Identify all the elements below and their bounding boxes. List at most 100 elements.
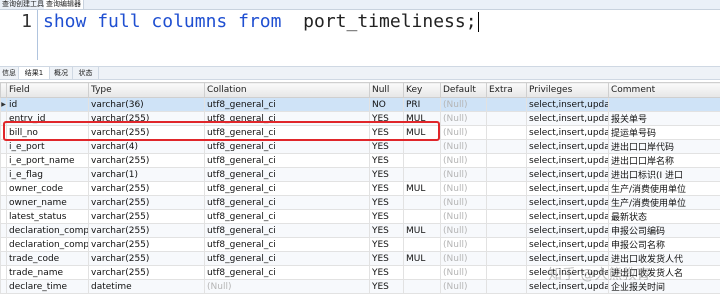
cell-type[interactable]: varchar(255)	[88, 195, 205, 210]
cell-key[interactable]	[403, 167, 441, 182]
cell-field[interactable]: i_e_flag	[6, 167, 89, 182]
tab-query-editor[interactable]: 查询编辑器	[44, 0, 84, 9]
cell-collation[interactable]: utf8_general_ci	[204, 139, 370, 154]
cell-key[interactable]: MUL	[403, 125, 441, 140]
cell-null[interactable]: YES	[369, 111, 404, 126]
cell-default[interactable]: (Null)	[440, 237, 487, 252]
cell-type[interactable]: varchar(255)	[88, 111, 205, 126]
cell-default[interactable]: (Null)	[440, 265, 487, 280]
table-row[interactable]: declaration_compa varchar(255) utf8_genera…	[0, 237, 720, 252]
cell-privileges[interactable]: select,insert,update	[526, 153, 609, 168]
cell-comment[interactable]: 进出口口岸名称	[608, 153, 720, 168]
cell-null[interactable]: YES	[369, 251, 404, 266]
cell-null[interactable]: YES	[369, 279, 404, 294]
cell-collation[interactable]: (Null)	[204, 279, 370, 294]
cell-comment[interactable]	[608, 97, 720, 112]
cell-extra[interactable]	[486, 153, 527, 168]
tab-query-builder[interactable]: 查询创建工具	[0, 0, 46, 9]
cell-null[interactable]: YES	[369, 125, 404, 140]
cell-extra[interactable]	[486, 265, 527, 280]
cell-type[interactable]: varchar(255)	[88, 181, 205, 196]
cell-default[interactable]: (Null)	[440, 279, 487, 294]
cell-type[interactable]: varchar(255)	[88, 265, 205, 280]
cell-privileges[interactable]: select,insert,update	[526, 181, 609, 196]
cell-default[interactable]: (Null)	[440, 251, 487, 266]
header-key[interactable]: Key	[403, 82, 441, 98]
cell-type[interactable]: varchar(255)	[88, 237, 205, 252]
cell-privileges[interactable]: select,insert,update	[526, 223, 609, 238]
cell-field[interactable]: i_e_port	[6, 139, 89, 154]
cell-key[interactable]: MUL	[403, 181, 441, 196]
tab-status[interactable]: 状态	[73, 67, 99, 79]
cell-privileges[interactable]: select,insert,update	[526, 111, 609, 126]
cell-default[interactable]: (Null)	[440, 139, 487, 154]
cell-privileges[interactable]: select,insert,update	[526, 237, 609, 252]
cell-extra[interactable]	[486, 97, 527, 112]
cell-comment[interactable]: 最新状态	[608, 209, 720, 224]
cell-type[interactable]: varchar(255)	[88, 223, 205, 238]
cell-key[interactable]: MUL	[403, 111, 441, 126]
cell-extra[interactable]	[486, 139, 527, 154]
cell-extra[interactable]	[486, 279, 527, 294]
cell-extra[interactable]	[486, 111, 527, 126]
cell-type[interactable]: varchar(36)	[88, 97, 205, 112]
cell-null[interactable]: YES	[369, 167, 404, 182]
cell-extra[interactable]	[486, 251, 527, 266]
cell-default[interactable]: (Null)	[440, 111, 487, 126]
cell-key[interactable]	[403, 265, 441, 280]
cell-type[interactable]: varchar(255)	[88, 209, 205, 224]
cell-extra[interactable]	[486, 237, 527, 252]
cell-key[interactable]: MUL	[403, 223, 441, 238]
table-row[interactable]: owner_code varchar(255) utf8_general_ci YES…	[0, 181, 720, 196]
cell-default[interactable]: (Null)	[440, 209, 487, 224]
cell-comment[interactable]: 生产/消费使用单位	[608, 195, 720, 210]
cell-comment[interactable]: 申报公司名称	[608, 237, 720, 252]
cell-privileges[interactable]: select,insert,update	[526, 97, 609, 112]
cell-extra[interactable]	[486, 125, 527, 140]
table-row[interactable]: latest_status varchar(255) utf8_general_ci…	[0, 209, 720, 224]
cell-null[interactable]: YES	[369, 139, 404, 154]
cell-field[interactable]: bill_no	[6, 125, 89, 140]
cell-key[interactable]	[403, 279, 441, 294]
cell-default[interactable]: (Null)	[440, 167, 487, 182]
header-collation[interactable]: Collation	[204, 82, 370, 98]
cell-field[interactable]: id	[6, 97, 89, 112]
cell-collation[interactable]: utf8_general_ci	[204, 251, 370, 266]
cell-comment[interactable]: 进出口标识(I 进口	[608, 167, 720, 182]
cell-default[interactable]: (Null)	[440, 125, 487, 140]
cell-type[interactable]: varchar(255)	[88, 125, 205, 140]
cell-type[interactable]: datetime	[88, 279, 205, 294]
cell-field[interactable]: owner_name	[6, 195, 89, 210]
table-row[interactable]: entry_id varchar(255) utf8_general_ci YES MU…	[0, 111, 720, 126]
cell-field[interactable]: declaration_compa	[6, 223, 89, 238]
cell-null[interactable]: YES	[369, 237, 404, 252]
cell-collation[interactable]: utf8_general_ci	[204, 223, 370, 238]
cell-collation[interactable]: utf8_general_ci	[204, 111, 370, 126]
cell-key[interactable]	[403, 237, 441, 252]
sql-text[interactable]: show full columns from port_timeliness;	[43, 10, 479, 34]
cell-key[interactable]	[403, 139, 441, 154]
cell-key[interactable]: MUL	[403, 251, 441, 266]
cell-comment[interactable]: 生产/消费使用单位	[608, 181, 720, 196]
header-type[interactable]: Type	[88, 82, 205, 98]
sql-editor[interactable]: 1 show full columns from port_timeliness…	[0, 10, 720, 60]
cell-collation[interactable]: utf8_general_ci	[204, 125, 370, 140]
table-row[interactable]: owner_name varchar(255) utf8_general_ci YES…	[0, 195, 720, 210]
cell-field[interactable]: owner_code	[6, 181, 89, 196]
cell-collation[interactable]: utf8_general_ci	[204, 97, 370, 112]
header-default[interactable]: Default	[440, 82, 487, 98]
cell-extra[interactable]	[486, 167, 527, 182]
table-row[interactable]: i_e_flag varchar(1) utf8_general_ci YES (Nul…	[0, 167, 720, 182]
cell-key[interactable]: PRI	[403, 97, 441, 112]
cell-default[interactable]: (Null)	[440, 195, 487, 210]
cell-extra[interactable]	[486, 195, 527, 210]
table-row[interactable]: i_e_port_name varchar(255) utf8_general_ci…	[0, 153, 720, 168]
cell-null[interactable]: YES	[369, 181, 404, 196]
cell-field[interactable]: i_e_port_name	[6, 153, 89, 168]
cell-field[interactable]: declare_time	[6, 279, 89, 294]
cell-field[interactable]: declaration_compa	[6, 237, 89, 252]
cell-privileges[interactable]: select,insert,update	[526, 167, 609, 182]
table-row[interactable]: ▶ id varchar(36) utf8_general_ci NO PRI (Null)…	[0, 97, 720, 112]
cell-default[interactable]: (Null)	[440, 223, 487, 238]
cell-extra[interactable]	[486, 181, 527, 196]
